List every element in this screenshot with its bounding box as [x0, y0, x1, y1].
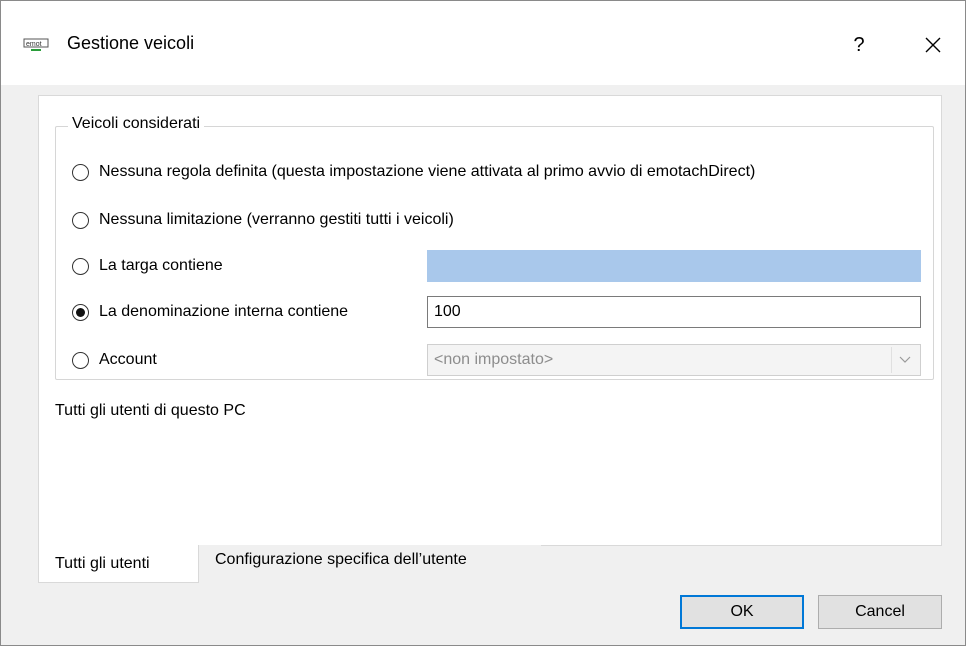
emotach-app-icon: emot: [23, 38, 49, 51]
cancel-button[interactable]: Cancel: [818, 595, 942, 629]
dialog-window: emot Gestione veicoli ? Veicoli consider…: [0, 0, 966, 646]
radio-no-rule-label: Nessuna regola definita (questa impostaz…: [99, 163, 756, 180]
account-select-value: <non impostato>: [434, 351, 554, 368]
internal-name-input[interactable]: [427, 296, 921, 328]
ok-button[interactable]: OK: [680, 595, 804, 629]
chevron-down-icon: [899, 356, 911, 363]
title-bar[interactable]: emot Gestione veicoli ?: [1, 1, 965, 85]
radio-internal-name-indicator[interactable]: [72, 303, 89, 321]
radio-account-indicator[interactable]: [72, 351, 89, 369]
vehicles-groupbox: Veicoli considerati Nessuna regola defin…: [55, 115, 934, 380]
radio-account-label: Account: [99, 351, 157, 368]
svg-text:emot: emot: [26, 41, 42, 48]
account-dropdown-button[interactable]: [891, 347, 918, 373]
plate-input[interactable]: [427, 250, 921, 282]
scope-description: Tutti gli utenti di questo PC: [55, 402, 246, 419]
radio-no-limit-label: Nessuna limitazione (verranno gestiti tu…: [99, 211, 454, 228]
radio-no-limit-indicator[interactable]: [72, 211, 89, 229]
group-legend: Veicoli considerati: [68, 115, 205, 133]
radio-no-limit[interactable]: Nessuna limitazione (verranno gestiti tu…: [72, 207, 454, 233]
account-select[interactable]: <non impostato>: [427, 344, 921, 376]
close-button[interactable]: [913, 27, 953, 63]
tab-all-users[interactable]: Tutti gli utenti: [38, 545, 199, 583]
close-icon: [925, 37, 941, 53]
radio-account[interactable]: Account: [72, 347, 157, 373]
window-title: Gestione veicoli: [67, 33, 195, 53]
radio-internal-name[interactable]: La denominazione interna contiene: [72, 299, 348, 325]
radio-no-rule-indicator[interactable]: [72, 163, 89, 181]
tab-panel-all-users: Veicoli considerati Nessuna regola defin…: [38, 95, 942, 546]
radio-plate-indicator[interactable]: [72, 257, 89, 275]
radio-internal-name-label: La denominazione interna contiene: [99, 303, 349, 320]
radio-plate[interactable]: La targa contiene: [72, 253, 223, 279]
radio-no-rule[interactable]: Nessuna regola definita (questa impostaz…: [72, 159, 755, 185]
tab-user-specific[interactable]: Configurazione specifica dell’utente: [199, 545, 541, 577]
radio-plate-label: La targa contiene: [99, 257, 223, 274]
help-button[interactable]: ?: [839, 27, 879, 63]
